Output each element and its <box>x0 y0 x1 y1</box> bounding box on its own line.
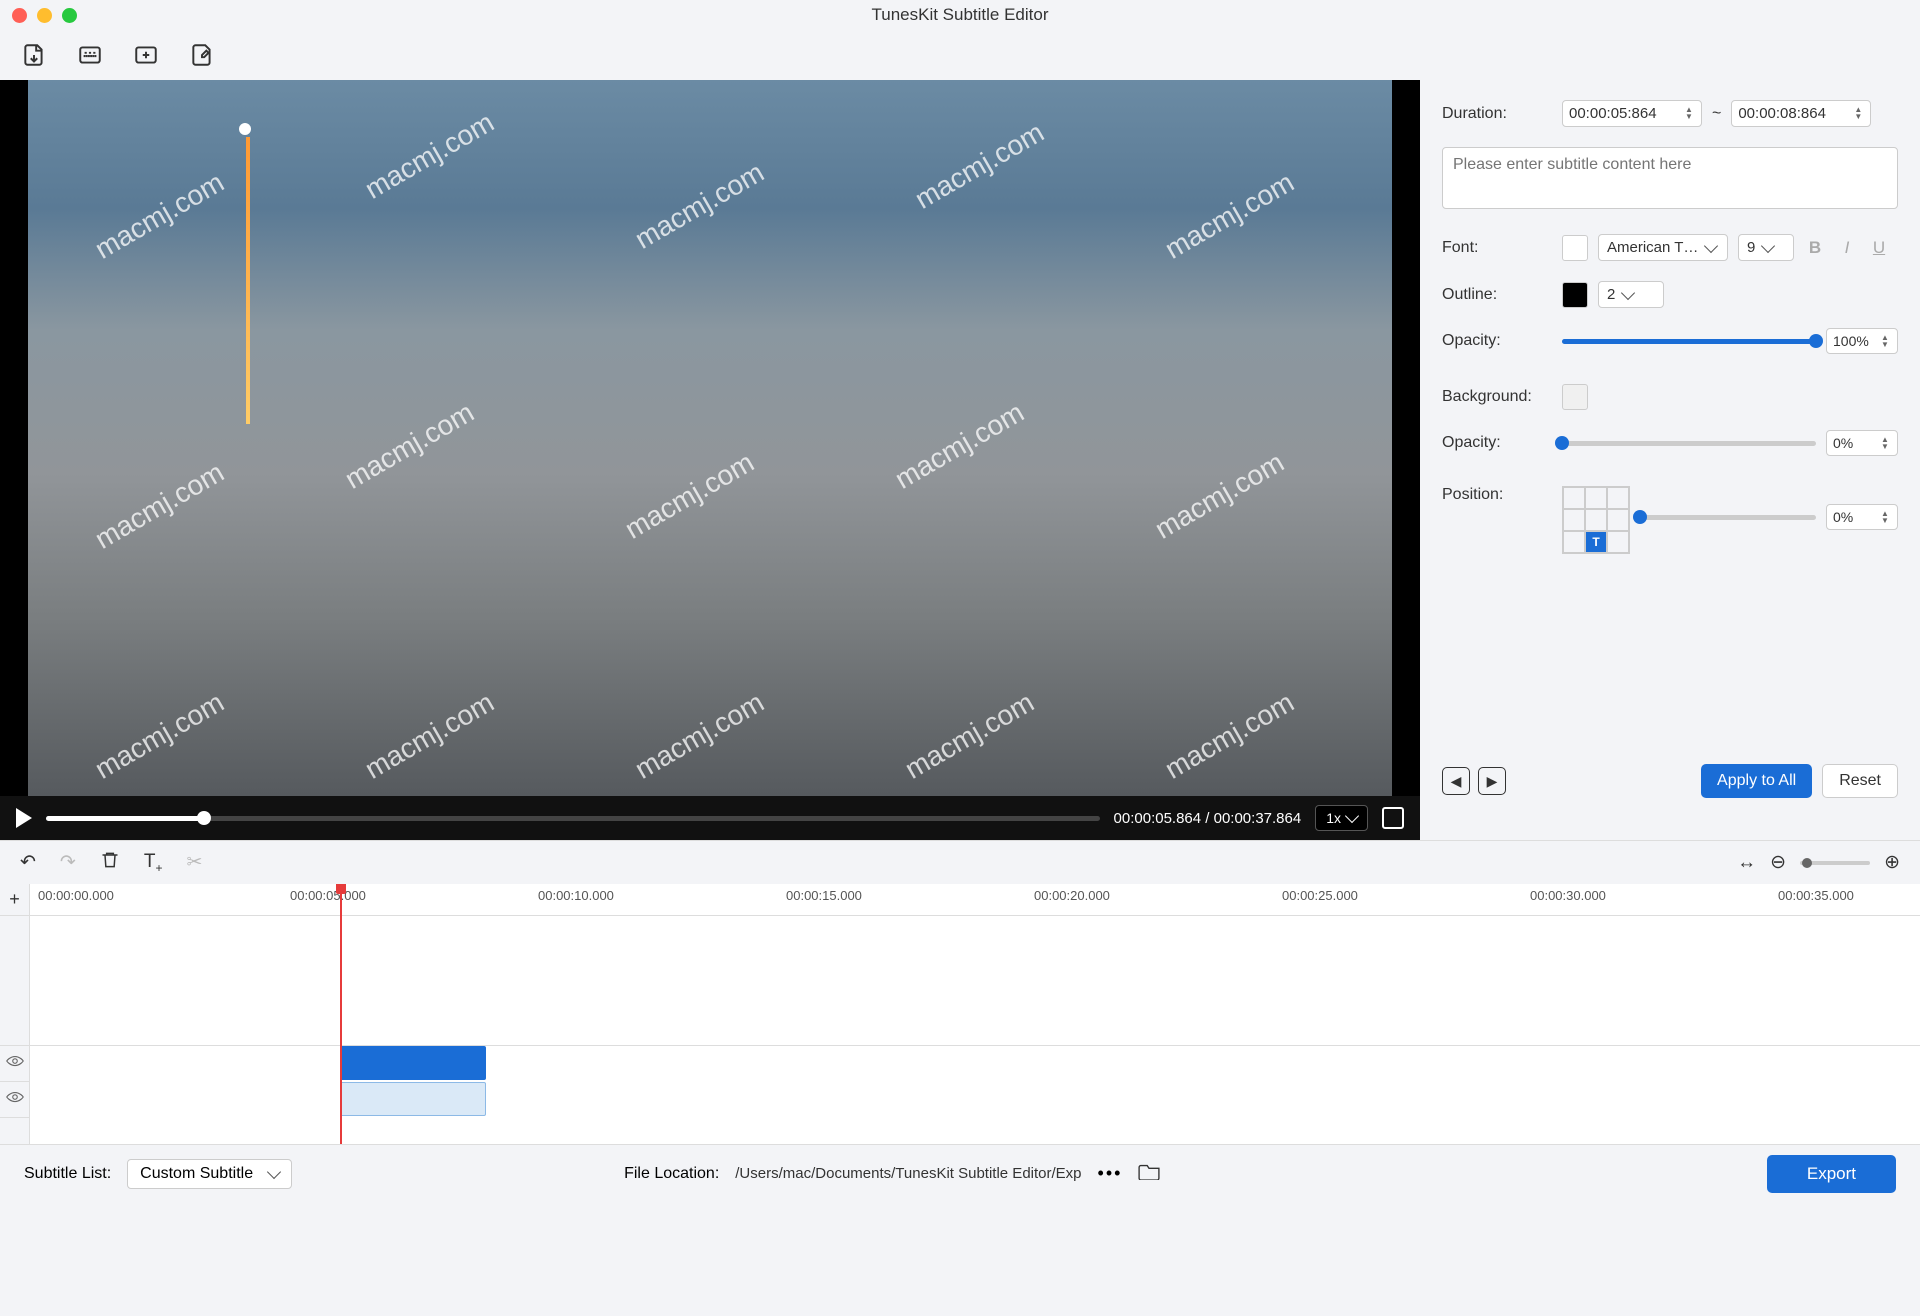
subtitle-list-select[interactable]: Custom Subtitle <box>127 1159 292 1189</box>
auto-subtitle-button[interactable] <box>76 41 104 69</box>
track-spacer <box>0 916 29 1046</box>
bold-button[interactable]: B <box>1804 238 1826 258</box>
font-size-select[interactable]: 9 <box>1738 234 1794 261</box>
add-subtitle-button[interactable] <box>132 41 160 69</box>
subtitle-clip-2[interactable] <box>340 1082 486 1116</box>
font-color-swatch[interactable] <box>1562 235 1588 261</box>
main-content: macmj.com macmj.com macmj.com macmj.com … <box>0 80 1920 840</box>
playback-speed[interactable]: 1x <box>1315 805 1368 831</box>
titlebar: TunesKit Subtitle Editor <box>0 0 1920 30</box>
timeline: + 00:00:00.000 00:00:05.000 00:00:10.000… <box>0 884 1920 1144</box>
position-grid[interactable]: T <box>1562 486 1630 554</box>
maximize-window-button[interactable] <box>62 8 77 23</box>
opacity-slider[interactable] <box>1562 339 1816 344</box>
duration-separator: ~ <box>1712 105 1721 123</box>
video-track[interactable] <box>30 916 1920 1046</box>
video-preview[interactable]: macmj.com macmj.com macmj.com macmj.com … <box>28 80 1392 796</box>
outline-label: Outline: <box>1442 286 1552 304</box>
timeline-track-headers: + <box>0 884 30 1144</box>
bg-opacity-slider[interactable] <box>1562 441 1816 446</box>
apply-to-all-button[interactable]: Apply to All <box>1701 764 1812 798</box>
close-window-button[interactable] <box>12 8 27 23</box>
reset-button[interactable]: Reset <box>1822 764 1898 798</box>
file-location-path: /Users/mac/Documents/TunesKit Subtitle E… <box>735 1165 1081 1182</box>
undo-button[interactable]: ↶ <box>20 851 36 874</box>
background-label: Background: <box>1442 388 1552 406</box>
zoom-in-button[interactable]: ⊕ <box>1884 851 1900 874</box>
redo-button[interactable]: ↷ <box>60 851 76 874</box>
import-file-button[interactable] <box>20 41 48 69</box>
timeline-tracks[interactable]: 00:00:00.000 00:00:05.000 00:00:10.000 0… <box>30 884 1920 1144</box>
outline-color-swatch[interactable] <box>1562 282 1588 308</box>
file-location-label: File Location: <box>624 1165 719 1183</box>
app-title: TunesKit Subtitle Editor <box>871 5 1048 25</box>
subtitle-list-label: Subtitle List: <box>24 1165 111 1183</box>
duration-end-input[interactable]: 00:00:08:864▲▼ <box>1731 100 1871 127</box>
more-options-button[interactable]: ••• <box>1098 1163 1123 1184</box>
font-family-select[interactable]: American T… <box>1598 234 1728 261</box>
timeline-toolbar: ↶ ↷ T+ ✂ ↔ ⊖ ⊕ <box>0 840 1920 884</box>
edit-button[interactable] <box>188 41 216 69</box>
subtitle-content-input[interactable] <box>1442 147 1898 209</box>
export-button[interactable]: Export <box>1767 1155 1896 1193</box>
position-label: Position: <box>1442 486 1552 504</box>
opacity-value[interactable]: 100%▲▼ <box>1826 328 1898 354</box>
italic-button[interactable]: I <box>1836 238 1858 258</box>
next-subtitle-button[interactable]: ▶ <box>1478 767 1506 795</box>
position-value[interactable]: 0%▲▼ <box>1826 504 1898 530</box>
duration-label: Duration: <box>1442 105 1552 123</box>
track-visibility-1[interactable] <box>0 1046 29 1082</box>
add-track-button[interactable]: + <box>0 884 29 916</box>
track-visibility-2[interactable] <box>0 1082 29 1118</box>
underline-button[interactable]: U <box>1868 238 1890 258</box>
fullscreen-button[interactable] <box>1382 807 1404 829</box>
video-area: macmj.com macmj.com macmj.com macmj.com … <box>0 80 1420 840</box>
zoom-out-button[interactable]: ⊖ <box>1770 851 1786 874</box>
window-controls <box>12 8 77 23</box>
bottom-bar: Subtitle List: Custom Subtitle File Loca… <box>0 1144 1920 1202</box>
font-label: Font: <box>1442 239 1552 257</box>
bg-opacity-value[interactable]: 0%▲▼ <box>1826 430 1898 456</box>
fit-width-button[interactable]: ↔ <box>1737 852 1756 874</box>
timeline-ruler[interactable]: 00:00:00.000 00:00:05.000 00:00:10.000 0… <box>30 884 1920 916</box>
open-folder-button[interactable] <box>1138 1162 1160 1185</box>
duration-start-input[interactable]: 00:00:05:864▲▼ <box>1562 100 1702 127</box>
bg-opacity-label: Opacity: <box>1442 434 1552 452</box>
outline-width-select[interactable]: 2 <box>1598 281 1664 308</box>
video-controls: 00:00:05.864 / 00:00:37.864 1x <box>0 796 1420 840</box>
playhead[interactable] <box>340 884 342 1144</box>
opacity-label: Opacity: <box>1442 332 1552 350</box>
zoom-slider[interactable] <box>1800 861 1870 865</box>
background-color-swatch[interactable] <box>1562 384 1588 410</box>
play-button[interactable] <box>16 808 32 828</box>
minimize-window-button[interactable] <box>37 8 52 23</box>
prev-subtitle-button[interactable]: ◀ <box>1442 767 1470 795</box>
subtitle-properties-panel: Duration: 00:00:05:864▲▼ ~ 00:00:08:864▲… <box>1420 80 1920 840</box>
subtitle-clip-1[interactable] <box>340 1046 486 1080</box>
main-toolbar <box>0 30 1920 80</box>
delete-button[interactable] <box>100 850 120 876</box>
video-progress-bar[interactable] <box>46 816 1100 821</box>
position-slider[interactable] <box>1640 515 1816 520</box>
time-display: 00:00:05.864 / 00:00:37.864 <box>1114 810 1302 827</box>
split-button[interactable]: ✂ <box>186 851 202 874</box>
add-text-button[interactable]: T+ <box>144 851 163 875</box>
